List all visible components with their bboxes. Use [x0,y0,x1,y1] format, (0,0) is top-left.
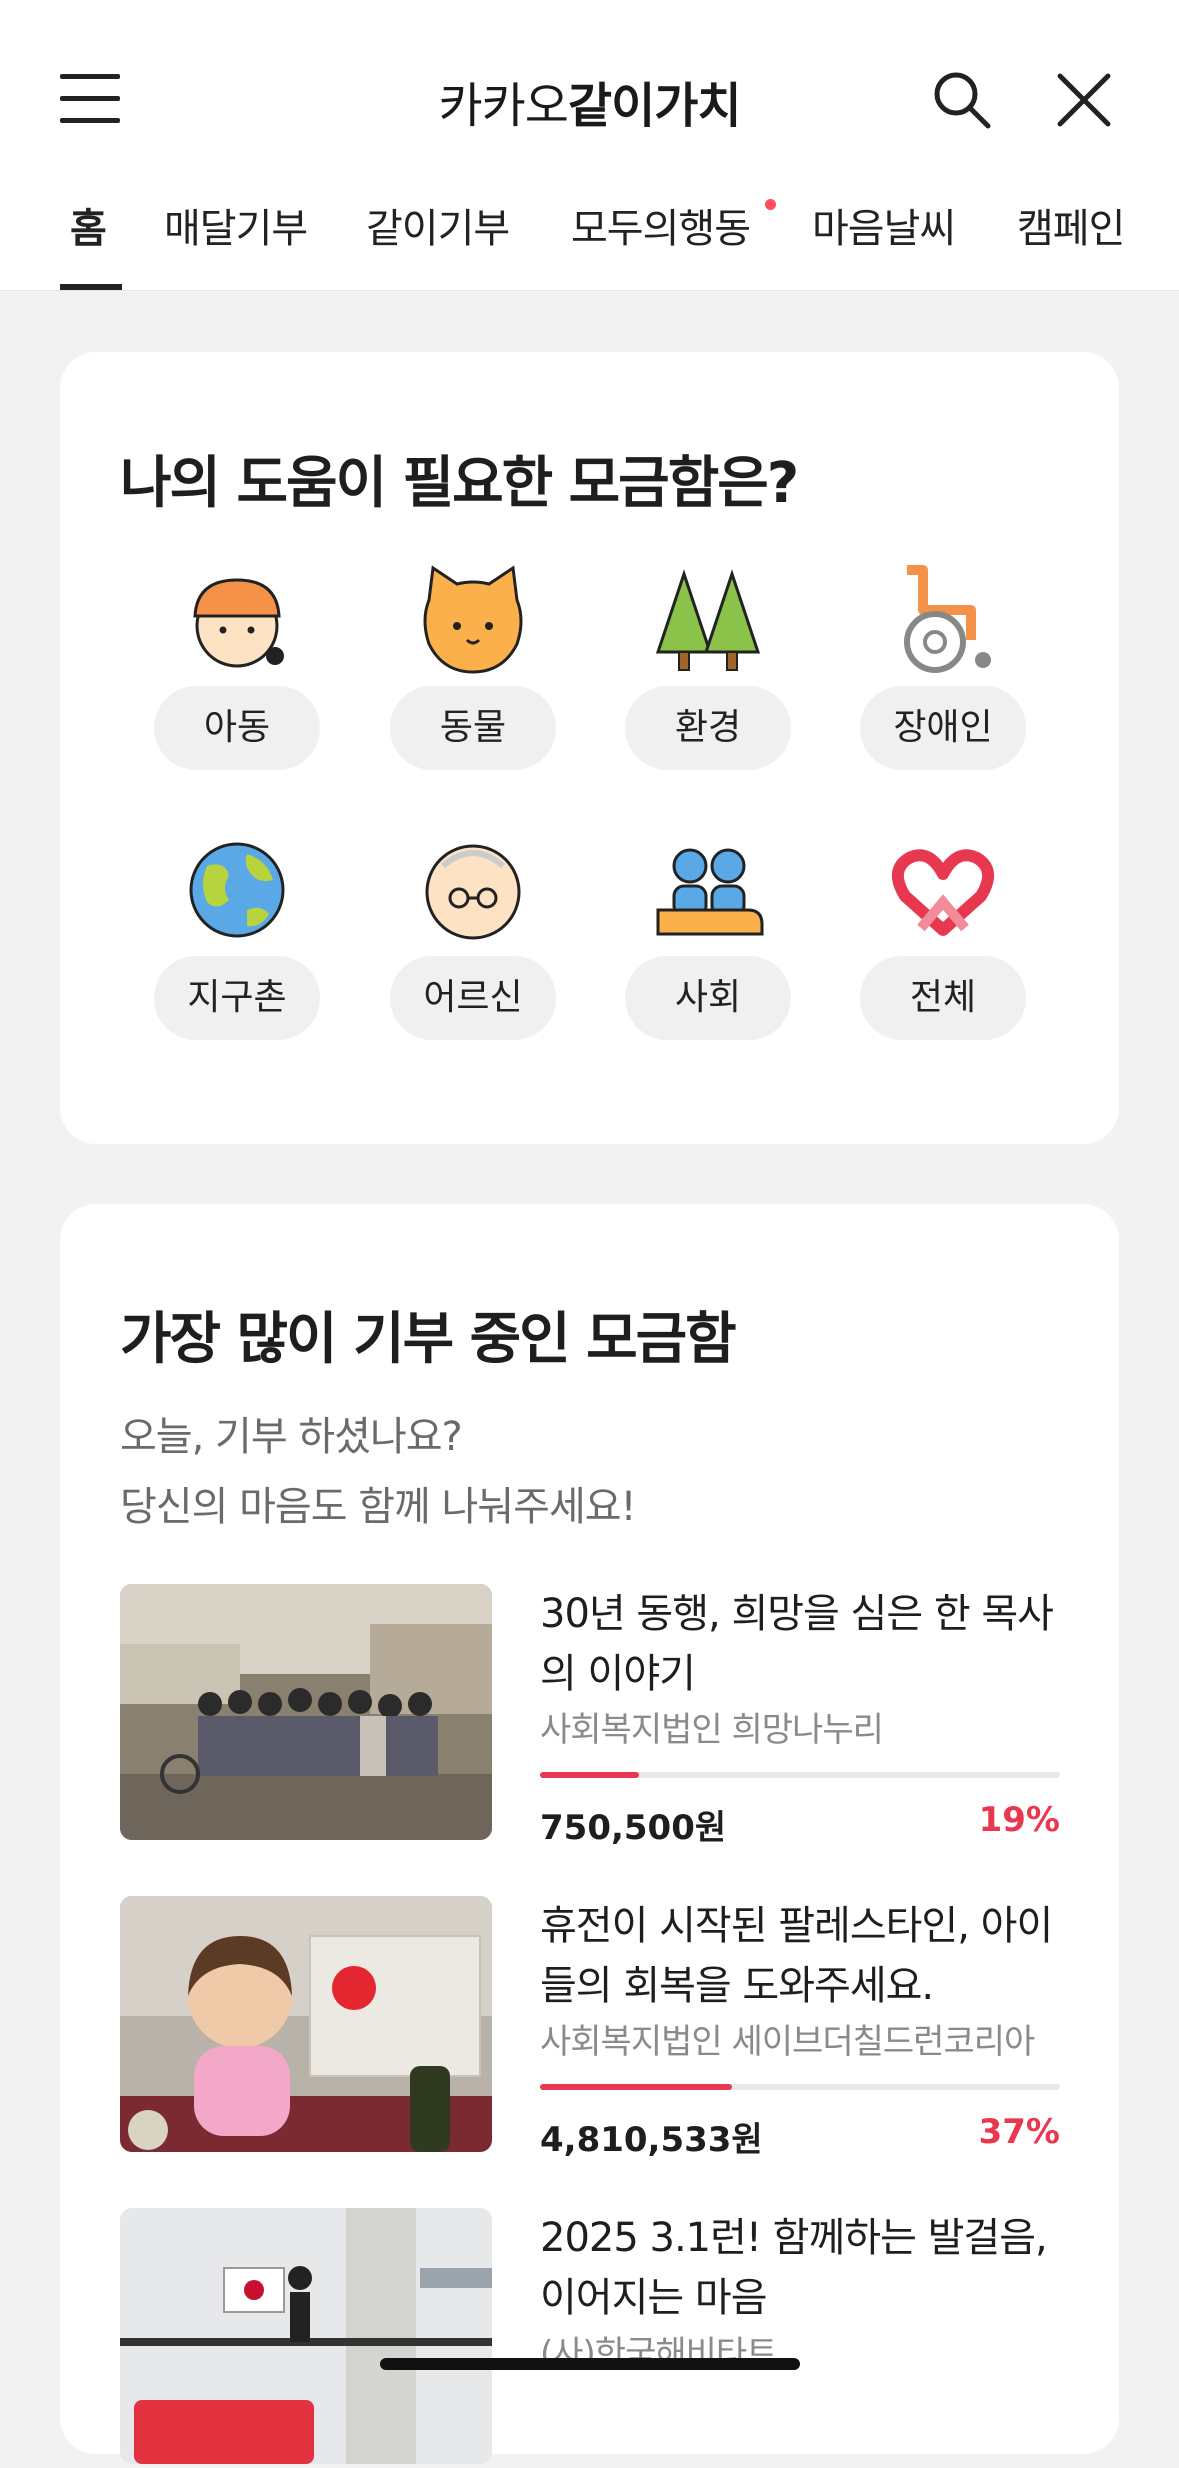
tab-monthly-donation[interactable]: 매달기부 [164,196,308,254]
tab-home[interactable]: 홈 [70,196,107,254]
new-badge-dot [765,199,776,210]
tab-campaign[interactable]: 캠페인 [1017,196,1125,254]
fundraiser-title: 휴전이 시작된 팔레스타인, 아이들의 회복을 도와주세요. [540,1903,1053,2009]
fundraiser-thumbnail [120,1896,492,2152]
progress-bar [540,2084,1060,2090]
category-animal[interactable]: 동물 [390,560,556,830]
category-label: 지구촌 [154,956,320,1040]
trees-icon [655,569,761,671]
top-header: 카카오같이가치 홈 매달기부 같이기부 모두의행동 마음날씨 캠페인 [0,0,1179,291]
progress-bar [540,1772,1060,1778]
fundraiser-item[interactable]: 휴전이 시작된 팔레스타인, 아이들의 회복을 도와주세요. 사회복지법인 세이… [120,1896,1060,2160]
category-card: 나의 도움이 필요한 모금함은? 아동 동물 환경 장애인 지구촌 어르신 사회… [60,352,1119,1144]
fundraiser-item[interactable]: 2025 3.1런! 함께하는 발걸음, 이어지는 마음 (사)한국해비타트 [120,2208,1060,2468]
close-icon[interactable] [1052,68,1116,132]
search-icon[interactable] [930,68,994,132]
progress-bar-fill [540,2084,733,2090]
category-label: 환경 [625,686,791,770]
active-tab-indicator [60,284,122,290]
fundraiser-thumbnail [120,1584,492,1840]
category-section-title: 나의 도움이 필요한 모금함은? [120,451,799,516]
fundraiser-amount: 4,810,533원 [540,2120,763,2160]
fundraiser-percent: 37% [978,2112,1060,2152]
category-elderly[interactable]: 어르신 [390,830,556,1100]
tab-together-donation[interactable]: 같이기부 [366,196,510,254]
category-label: 장애인 [860,686,1026,770]
fundraiser-item[interactable]: 30년 동행, 희망을 심은 한 목사의 이야기 사회복지법인 희망나누리 75… [120,1584,1060,1848]
category-label: 사회 [625,956,791,1040]
category-disabled[interactable]: 장애인 [860,560,1026,830]
category-all[interactable]: 전체 [860,830,1026,1100]
tab-bar: 홈 매달기부 같이기부 모두의행동 마음날씨 캠페인 [0,196,1179,290]
fundraiser-thumbnail [120,2208,492,2464]
fundraiser-title: 30년 동행, 희망을 심은 한 목사의 이야기 [540,1591,1054,1697]
fundraiser-title: 2025 3.1런! 함께하는 발걸음, 이어지는 마음 [540,2215,1048,2321]
people-hand-icon [656,848,764,936]
category-society[interactable]: 사회 [625,830,791,1100]
popular-fundraiser-card: 가장 많이 기부 중인 모금함 오늘, 기부 하셨나요? 당신의 마음도 함께 … [60,1204,1119,2464]
progress-bar-fill [540,1772,639,1778]
tab-mind-weather[interactable]: 마음날씨 [812,196,956,254]
globe-icon [189,842,285,938]
fundraiser-amount: 750,500원 [540,1808,727,1848]
home-indicator[interactable] [380,2358,800,2370]
category-label: 동물 [390,686,556,770]
category-label: 아동 [154,686,320,770]
fundraiser-organization: 사회복지법인 세이브더칠드런코리아 [540,2022,1035,2062]
logo-text-bold: 같이가치 [567,78,742,134]
popular-section-title: 가장 많이 기부 중인 모금함 [120,1307,737,1372]
cat-icon [423,565,523,674]
logo-text-light: 카카오 [438,78,568,134]
ribbon-heart-icon [892,849,994,936]
elder-icon [425,844,521,940]
fundraiser-organization: 사회복지법인 희망나누리 [540,1710,884,1750]
category-label: 전체 [860,956,1026,1040]
category-label: 어르신 [390,956,556,1040]
popular-subtitle-line2: 당신의 마음도 함께 나눠주세요! [120,1484,637,1530]
child-icon [193,578,284,668]
category-global[interactable]: 지구촌 [154,830,320,1100]
wheelchair-icon [904,565,991,673]
tab-everyones-action[interactable]: 모두의행동 [571,196,751,254]
fundraiser-percent: 19% [978,1800,1060,1840]
category-child[interactable]: 아동 [154,560,320,830]
category-environment[interactable]: 환경 [625,560,791,830]
app-logo[interactable]: 카카오같이가치 [0,66,1179,136]
popular-subtitle-line1: 오늘, 기부 하셨나요? [120,1414,463,1460]
